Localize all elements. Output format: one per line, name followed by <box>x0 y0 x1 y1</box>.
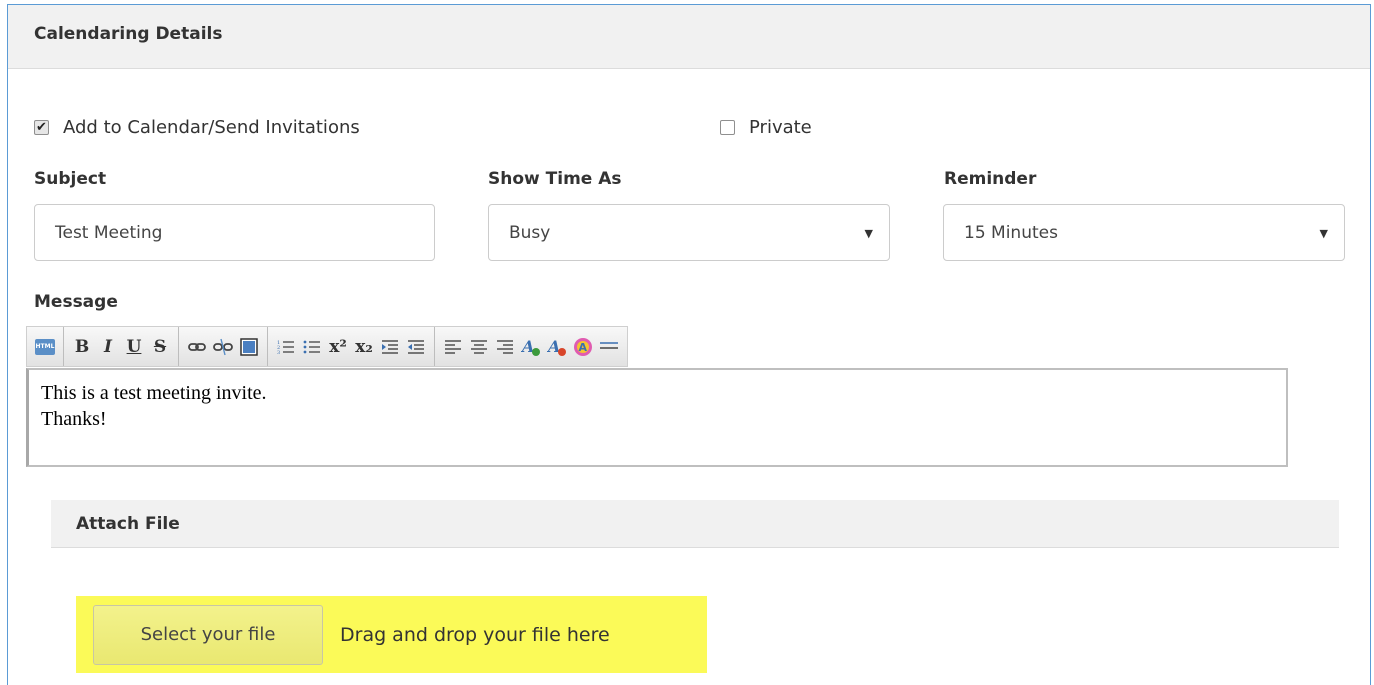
subject-label: Subject <box>34 169 107 189</box>
unlink-icon[interactable] <box>212 334 234 360</box>
reminder-label: Reminder <box>944 169 1037 189</box>
toolbar-group-insert <box>179 327 268 366</box>
add-to-calendar-checkbox[interactable]: ✔ <box>34 120 49 135</box>
select-file-label: Select your file <box>140 624 276 645</box>
private-label: Private <box>749 117 812 138</box>
strikethrough-icon[interactable]: S <box>149 334 171 360</box>
subject-input[interactable]: Test Meeting <box>34 204 435 261</box>
add-to-calendar-label: Add to Calendar/Send Invitations <box>63 117 360 138</box>
html-icon[interactable]: HTML <box>34 334 56 360</box>
highlight-color-icon[interactable]: A <box>546 334 568 360</box>
toolbar-group-html: HTML <box>27 327 64 366</box>
align-left-icon[interactable] <box>442 334 464 360</box>
private-option[interactable]: Private <box>720 117 812 138</box>
bold-icon[interactable]: B <box>71 334 93 360</box>
italic-icon[interactable]: I <box>97 334 119 360</box>
panel-title: Calendaring Details <box>34 24 223 44</box>
subscript-icon[interactable]: x₂ <box>353 334 375 360</box>
align-right-icon[interactable] <box>494 334 516 360</box>
toolbar-group-format: B I U S <box>64 327 179 366</box>
attach-file-header: Attach File <box>51 500 1339 548</box>
drop-zone-text: Drag and drop your file here <box>340 623 610 646</box>
attach-file-title: Attach File <box>76 514 180 534</box>
superscript-icon[interactable]: x² <box>327 334 349 360</box>
subject-value: Test Meeting <box>55 222 163 243</box>
image-icon[interactable] <box>238 334 260 360</box>
show-time-as-label: Show Time As <box>488 169 622 189</box>
add-to-calendar-option[interactable]: ✔ Add to Calendar/Send Invitations <box>34 117 360 138</box>
message-line-2: Thanks! <box>41 408 107 430</box>
link-icon[interactable] <box>186 334 208 360</box>
dropdown-arrow-icon: ▼ <box>1319 227 1328 240</box>
show-time-as-select[interactable]: Busy ▼ <box>488 204 890 261</box>
message-editor[interactable]: This is a test meeting invite. Thanks! <box>26 368 1288 467</box>
font-color-icon[interactable]: A <box>520 334 542 360</box>
underline-icon[interactable]: U <box>123 334 145 360</box>
ordered-list-icon[interactable]: 123 <box>275 334 297 360</box>
message-label: Message <box>34 292 118 312</box>
svg-text:3: 3 <box>277 350 280 356</box>
message-line-1: This is a test meeting invite. <box>41 382 267 404</box>
reminder-select[interactable]: 15 Minutes ▼ <box>943 204 1345 261</box>
indent-icon[interactable] <box>379 334 401 360</box>
panel-header: Calendaring Details <box>8 5 1370 69</box>
outdent-icon[interactable] <box>405 334 427 360</box>
align-center-icon[interactable] <box>468 334 490 360</box>
reminder-value: 15 Minutes <box>964 222 1058 243</box>
dropdown-arrow-icon: ▼ <box>864 227 873 240</box>
select-file-button[interactable]: Select your file <box>93 604 323 665</box>
editor-toolbar: HTML B I U S 123 x² x₂ A A A <box>26 326 628 367</box>
toolbar-group-align: A A A <box>435 327 627 366</box>
private-checkbox[interactable] <box>720 120 735 135</box>
font-icon[interactable]: A <box>572 334 594 360</box>
toolbar-group-lists: 123 x² x₂ <box>268 327 435 366</box>
file-drop-zone[interactable]: Select your file Drag and drop your file… <box>76 596 707 673</box>
svg-text:A: A <box>579 341 588 354</box>
show-time-as-value: Busy <box>509 222 551 243</box>
unordered-list-icon[interactable] <box>301 334 323 360</box>
horizontal-rule-icon[interactable] <box>598 334 620 360</box>
